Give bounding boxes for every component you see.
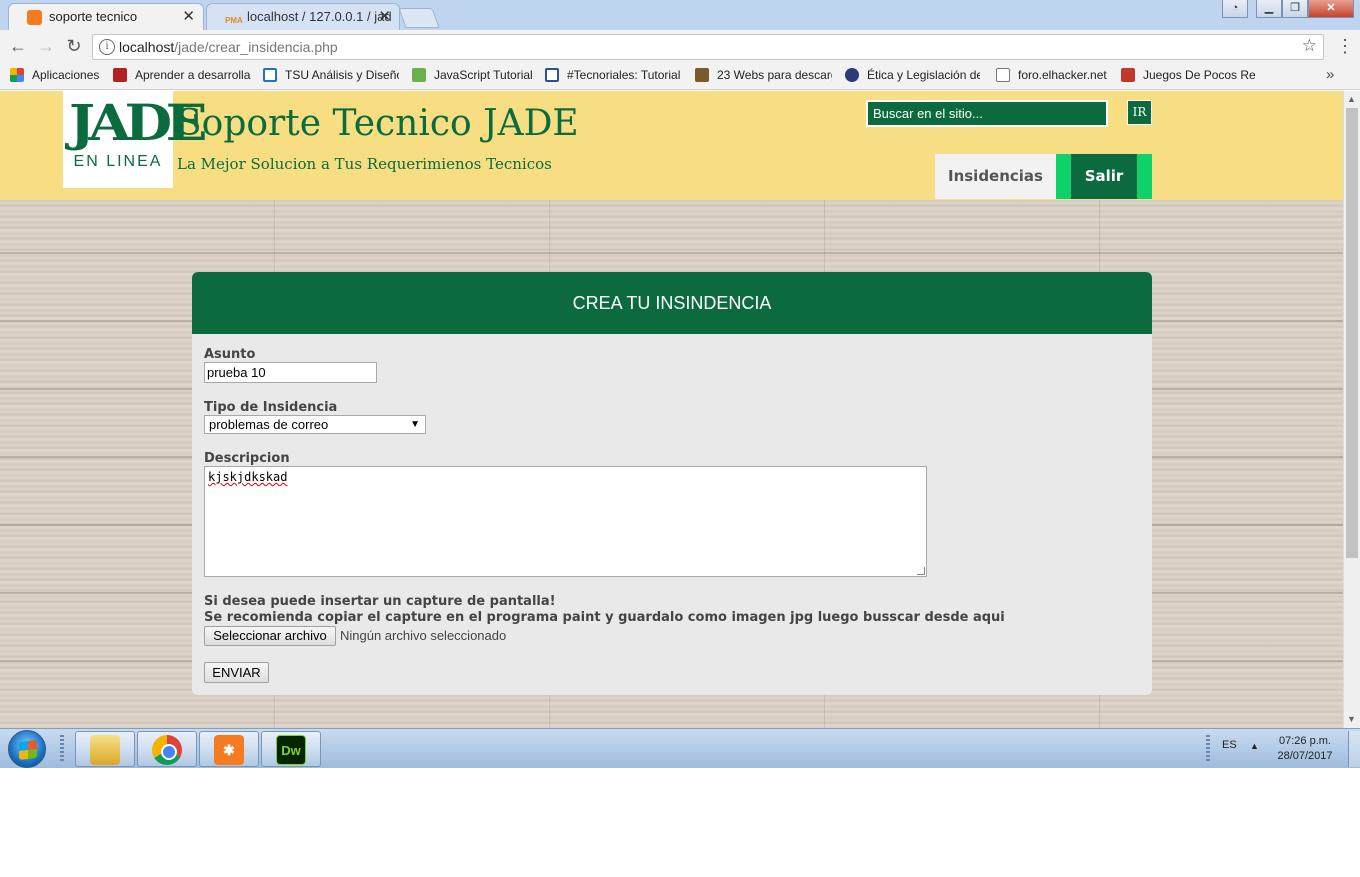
scroll-up-icon[interactable]: ▲ <box>1347 94 1356 104</box>
bookmark-tsu[interactable]: TSU Análisis y Diseño <box>263 63 399 89</box>
book-icon <box>113 68 127 82</box>
info-icon[interactable]: i <box>99 39 115 55</box>
tab-title: localhost / 127.0.0.1 / jad <box>247 9 392 24</box>
bookmark-aplicaciones[interactable]: Aplicaciones <box>10 63 110 89</box>
chrome-icon <box>152 735 182 765</box>
start-button[interactable] <box>8 730 46 768</box>
dropdown-arrow-icon: ▼ <box>410 419 420 430</box>
file-status: Ningún archivo seleccionado <box>340 628 507 643</box>
taskbar-clock[interactable]: 07:26 p.m. 28/07/2017 <box>1270 734 1340 764</box>
monitor-icon <box>545 68 559 82</box>
descripcion-text: kjskjdkskad <box>208 470 288 484</box>
asunto-input[interactable]: prueba 10 <box>204 362 377 383</box>
bookmarks-bar: Aplicaciones Aprender a desarrolla TSU A… <box>0 63 1360 90</box>
bookmark-elhacker[interactable]: foro.elhacker.net <box>996 63 1111 89</box>
logo-mark: JADE <box>69 93 208 152</box>
descripcion-textarea[interactable]: kjskjdkskad <box>204 466 927 577</box>
clock-date: 28/07/2017 <box>1277 750 1333 762</box>
select-file-button[interactable]: Seleccionar archivo <box>204 626 336 646</box>
maximize-button[interactable]: ❐ <box>1282 0 1308 18</box>
taskbar-explorer[interactable] <box>75 731 135 767</box>
browser-tabstrip: soporte tecnico ✕ PMA localhost / 127.0.… <box>0 0 1360 30</box>
dreamweaver-icon: Dw <box>276 735 306 765</box>
windows-taskbar: ✱ Dw ES ▲ 07:26 p.m. 28/07/2017 <box>0 728 1360 768</box>
cube-icon <box>695 68 709 82</box>
tipo-selected-value: problemas de correo <box>209 417 329 432</box>
page-icon <box>996 68 1010 82</box>
reload-icon[interactable]: ↻ <box>62 35 86 59</box>
incident-form: CREA TU INSINDENCIA Asunto prueba 10 Tip… <box>192 272 1152 695</box>
taskbar-xampp[interactable]: ✱ <box>199 731 259 767</box>
site-tagline: La Mejor Solucion a Tus Requerimienos Te… <box>177 155 552 173</box>
close-tab-icon[interactable]: ✕ <box>378 4 391 29</box>
language-indicator[interactable]: ES <box>1222 739 1237 751</box>
bookmark-aprender[interactable]: Aprender a desarrolla <box>113 63 251 89</box>
enviar-button[interactable]: ENVIAR <box>204 662 269 683</box>
tipo-label: Tipo de Insidencia <box>204 400 338 415</box>
descripcion-label: Descripcion <box>204 451 290 466</box>
back-arrow-icon[interactable]: ← <box>6 35 30 59</box>
page-viewport: JADE EN LINEA Soporte Tecnico JADE La Me… <box>0 91 1343 728</box>
scroll-down-icon[interactable]: ▼ <box>1347 714 1356 724</box>
xampp-icon: ✱ <box>214 735 244 765</box>
tray-expand-icon[interactable]: ▲ <box>1250 741 1259 751</box>
taskbar-grip <box>60 735 64 763</box>
show-desktop-button[interactable] <box>1348 731 1360 767</box>
site-header: JADE EN LINEA Soporte Tecnico JADE La Me… <box>0 91 1343 200</box>
windows-logo-icon <box>19 740 37 760</box>
new-tab-button[interactable] <box>398 8 440 28</box>
game-icon <box>1121 68 1135 82</box>
tab-title: soporte tecnico <box>49 9 138 24</box>
file-explorer-icon <box>90 735 120 765</box>
phpmyadmin-icon: PMA <box>225 16 243 25</box>
window-icon <box>263 68 277 82</box>
page-scrollbar[interactable]: ▲ ▼ <box>1343 91 1360 728</box>
asunto-label: Asunto <box>204 347 256 362</box>
clock-time: 07:26 p.m. <box>1279 735 1331 747</box>
site-search-input[interactable]: Buscar en el sitio... <box>866 100 1108 127</box>
form-heading: CREA TU INSINDENCIA <box>192 272 1152 334</box>
address-bar[interactable]: i localhost/jade/crear_insidencia.php ☆ <box>92 34 1324 60</box>
tab-soporte-tecnico[interactable]: soporte tecnico ✕ <box>8 3 204 30</box>
bookmark-tecnoriales[interactable]: #Tecnoriales: Tutorial <box>545 63 681 89</box>
close-window-button[interactable]: ✕ <box>1308 0 1354 18</box>
bookmark-etica[interactable]: Ética y Legislación de <box>845 63 980 89</box>
resize-grip-icon[interactable] <box>917 567 925 575</box>
figure-icon <box>845 68 859 82</box>
tipo-select[interactable]: problemas de correo ▼ <box>204 415 426 434</box>
site-logo[interactable]: JADE EN LINEA <box>63 91 208 188</box>
url-text[interactable]: localhost/jade/crear_insidencia.php <box>119 35 338 59</box>
forward-arrow-icon[interactable]: → <box>34 35 58 59</box>
bookmark-23-webs[interactable]: 23 Webs para descarg <box>695 63 832 89</box>
taskbar-dreamweaver[interactable]: Dw <box>261 731 321 767</box>
bookmark-juegos[interactable]: Juegos De Pocos Req <box>1121 63 1256 89</box>
tray-grip <box>1206 735 1210 763</box>
nav-salir[interactable]: Salir <box>1056 154 1152 199</box>
screenshot-note: Si desea puede insertar un capture de pa… <box>204 594 556 609</box>
bookmarks-overflow-icon[interactable]: » <box>1326 63 1334 87</box>
menu-dots-icon[interactable]: ⋮ <box>1336 35 1354 57</box>
bookmark-javascript[interactable]: JavaScript Tutorial <box>412 63 537 89</box>
browser-toolbar: ← → ↻ i localhost/jade/crear_insidencia.… <box>0 30 1360 63</box>
site-title: Soporte Tecnico JADE <box>177 103 579 144</box>
nav-insidencias[interactable]: Insidencias <box>935 154 1056 199</box>
search-go-button[interactable]: IR <box>1127 100 1152 125</box>
minimize-button[interactable]: ▁ <box>1256 0 1282 18</box>
bookmark-star-icon[interactable]: ☆ <box>1302 36 1317 56</box>
apps-grid-icon <box>10 68 24 82</box>
taskbar-chrome[interactable] <box>137 731 197 767</box>
w3schools-icon <box>412 68 426 82</box>
xampp-icon <box>27 10 42 25</box>
screenshot-instructions: Se recomienda copiar el capture en el pr… <box>204 610 1005 625</box>
tab-phpmyadmin[interactable]: PMA localhost / 127.0.0.1 / jad ✕ <box>206 3 400 30</box>
scroll-thumb[interactable] <box>1346 108 1358 558</box>
logo-subtitle: EN LINEA <box>73 153 163 170</box>
user-profile-icon[interactable]: ◔ <box>1222 0 1248 18</box>
close-tab-icon[interactable]: ✕ <box>182 4 195 29</box>
